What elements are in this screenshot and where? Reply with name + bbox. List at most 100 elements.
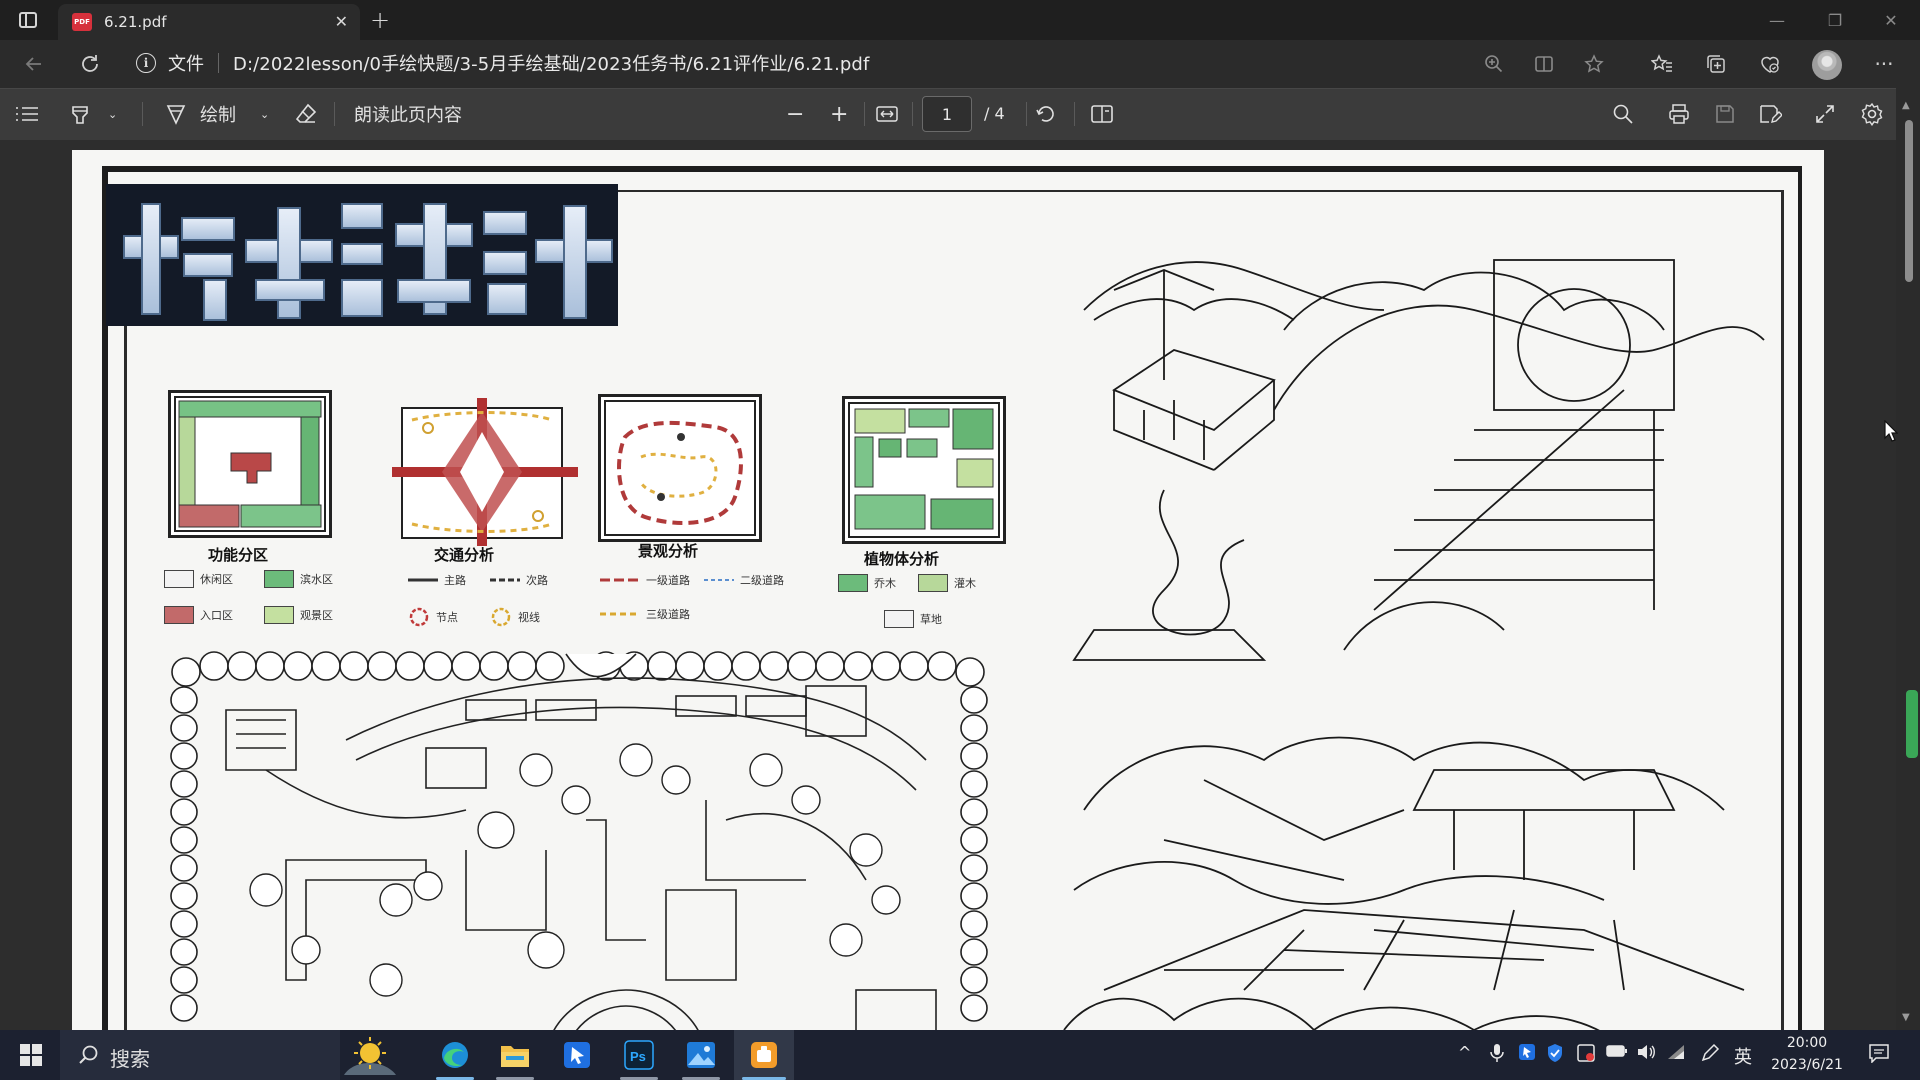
eraser-icon — [295, 103, 317, 123]
clock-date: 2023/6/21 — [1771, 1057, 1843, 1073]
scroll-down-icon[interactable]: ▼ — [1902, 1012, 1910, 1023]
fullscreen-button[interactable] — [1814, 100, 1836, 128]
fit-page-button[interactable] — [876, 100, 898, 128]
network-icon[interactable] — [1666, 1043, 1686, 1065]
pdf-page: 功能分区 交通分析 景观分析 植物体分析 休闲区 滨水区 入口区 观景区 主路 … — [72, 150, 1824, 1030]
browser-essentials-icon[interactable] — [1756, 50, 1784, 78]
scroll-up-icon[interactable]: ▲ — [1902, 100, 1910, 111]
zoom-icon[interactable] — [1480, 50, 1508, 78]
close-window-button[interactable]: ✕ — [1862, 0, 1920, 40]
more-menu-icon[interactable]: ··· — [1870, 50, 1898, 78]
rotate-icon — [1036, 106, 1054, 122]
restore-button[interactable]: ❐ — [1806, 0, 1864, 40]
save-button[interactable] — [1714, 100, 1736, 128]
photos-icon — [687, 1042, 715, 1068]
legend-item: 入口区 — [164, 606, 233, 624]
new-tab-button[interactable]: + — [370, 6, 390, 34]
contents-button[interactable] — [14, 100, 40, 128]
info-icon[interactable]: i — [136, 53, 156, 73]
url-separator — [218, 53, 219, 73]
page-view-button[interactable] — [1090, 100, 1114, 128]
legend-item: 一级道路 — [600, 574, 690, 587]
profile-avatar[interactable] — [1812, 50, 1842, 80]
url-text[interactable]: D:/2022lesson/0手绘快题/3-5月手绘基础/2023任务书/6.2… — [233, 50, 869, 76]
tray-app-icon[interactable] — [1518, 1043, 1536, 1065]
rotate-button[interactable] — [1034, 100, 1058, 128]
back-button[interactable] — [20, 50, 48, 78]
save-as-button[interactable] — [1758, 100, 1782, 128]
gear-icon — [1861, 102, 1883, 126]
highlight-dropdown-icon[interactable]: ⌄ — [108, 100, 117, 128]
url-scheme: 文件 — [168, 54, 204, 75]
url-field[interactable]: i 文件 D:/2022lesson/0手绘快题/3-5月手绘基础/2023任务… — [136, 46, 1636, 80]
tab-actions-icon[interactable] — [0, 0, 56, 40]
scrollbar-thumb[interactable] — [1905, 120, 1913, 282]
diagram-label: 景观分析 — [638, 542, 699, 560]
pen-icon[interactable] — [1700, 1043, 1720, 1067]
taskbar-photoshop[interactable]: Ps — [612, 1030, 666, 1080]
find-button[interactable] — [1612, 100, 1634, 128]
tab-close-icon[interactable]: ✕ — [335, 12, 348, 31]
tray-red-app-icon[interactable] — [1576, 1043, 1596, 1067]
taskbar-clock[interactable]: 20:00 2023/6/21 — [1762, 1032, 1852, 1076]
pdf-viewer[interactable]: 功能分区 交通分析 景观分析 植物体分析 休闲区 滨水区 入口区 观景区 主路 … — [0, 140, 1920, 1030]
taskbar-active-app[interactable] — [734, 1030, 794, 1080]
favorites-icon[interactable] — [1648, 50, 1676, 78]
erase-button[interactable] — [294, 100, 318, 128]
tray-overflow-icon[interactable]: ^ — [1458, 1043, 1471, 1062]
settings-button[interactable] — [1860, 100, 1884, 128]
legend-item: 滨水区 — [264, 570, 333, 588]
collections-icon[interactable] — [1702, 50, 1730, 78]
tab-pdf[interactable]: PDF 6.21.pdf ✕ — [58, 4, 360, 40]
draw-label: 绘制 — [200, 105, 236, 126]
volume-icon[interactable] — [1636, 1043, 1656, 1065]
weather-widget[interactable] — [320, 1030, 420, 1080]
diagram-planting — [842, 396, 1006, 544]
legend-item: 观景区 — [264, 606, 333, 624]
diagram-traffic — [388, 392, 578, 546]
drawing-title-lettering — [106, 184, 618, 326]
immersive-reader-icon[interactable] — [1530, 50, 1558, 78]
draw-dropdown-icon[interactable]: ⌄ — [260, 100, 269, 128]
svg-text:Ps: Ps — [630, 1049, 646, 1064]
pdf-file-icon: PDF — [72, 13, 92, 31]
taskbar-search-box[interactable] — [60, 1030, 340, 1080]
zoom-out-button[interactable]: − — [786, 100, 804, 128]
arrow-left-icon — [25, 57, 41, 71]
highlight-button[interactable] — [68, 100, 92, 128]
highlighter-icon — [72, 106, 88, 124]
ime-indicator[interactable]: 英 — [1734, 1043, 1752, 1069]
print-button[interactable] — [1668, 100, 1690, 128]
taskbar-app-blue[interactable] — [550, 1030, 604, 1080]
battery-icon[interactable] — [1606, 1043, 1628, 1062]
mouse-cursor — [1884, 419, 1899, 446]
edge-browser-icon — [442, 1042, 468, 1068]
favorite-star-icon[interactable] — [1580, 50, 1608, 78]
taskbar-file-explorer[interactable] — [488, 1030, 542, 1080]
read-aloud-button[interactable]: 朗读此页内容 — [354, 100, 462, 128]
draw-button[interactable]: 绘制 — [164, 100, 236, 128]
page-total: / 4 — [984, 104, 1005, 123]
legend-item: 灌木 — [918, 574, 976, 592]
diagram-label: 植物体分析 — [864, 550, 940, 568]
refresh-button[interactable] — [76, 50, 104, 78]
start-button[interactable] — [6, 1030, 56, 1080]
windows-logo-icon — [20, 1044, 42, 1066]
taskbar-photos[interactable] — [674, 1030, 728, 1080]
zoom-in-button[interactable]: + — [830, 100, 848, 128]
notification-icon[interactable] — [1868, 1043, 1890, 1067]
legend-item: 主路 — [408, 574, 466, 587]
app-arrow-icon — [564, 1042, 590, 1068]
sidebar-toggle-tab[interactable] — [1906, 690, 1918, 758]
two-page-icon — [1091, 105, 1113, 123]
microphone-icon[interactable] — [1490, 1043, 1504, 1067]
taskbar-edge[interactable] — [428, 1030, 482, 1080]
search-icon — [79, 1045, 98, 1064]
expand-icon — [1816, 105, 1834, 123]
legend-item: 草地 — [884, 610, 942, 628]
security-shield-icon[interactable] — [1546, 1043, 1564, 1067]
app-orange-icon — [751, 1042, 777, 1068]
page-number-input[interactable]: 1 — [922, 96, 972, 132]
list-icon — [16, 107, 38, 121]
minimize-button[interactable]: — — [1748, 0, 1806, 40]
